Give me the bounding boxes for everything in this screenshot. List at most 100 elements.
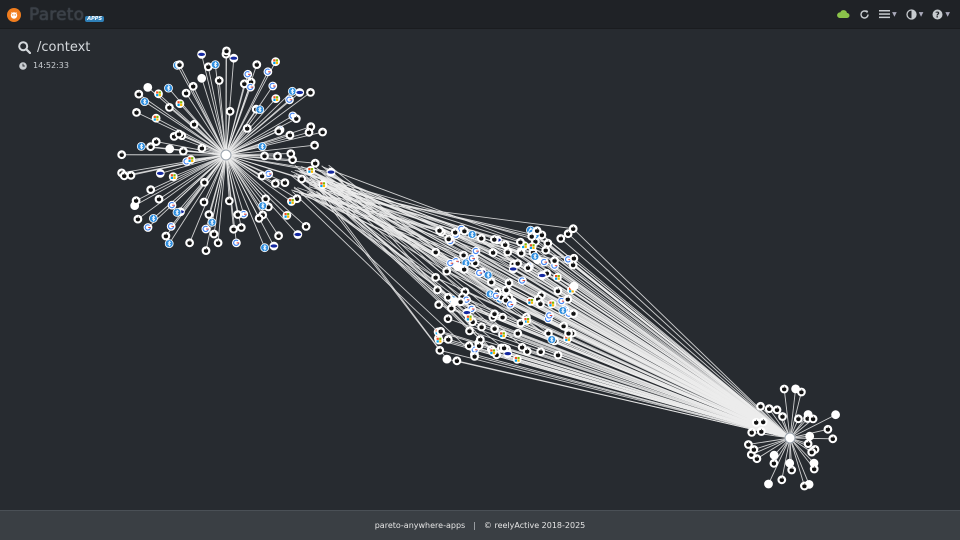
device-node[interactable]: [310, 140, 320, 150]
device-node[interactable]: [295, 88, 305, 97]
device-node[interactable]: [764, 404, 774, 414]
device-node[interactable]: [541, 245, 551, 255]
device-node[interactable]: [151, 113, 161, 123]
device-node[interactable]: [243, 69, 253, 79]
device-node[interactable]: [756, 401, 765, 411]
device-node[interactable]: [459, 250, 469, 260]
device-node[interactable]: [559, 321, 568, 331]
device-node[interactable]: [231, 238, 241, 248]
device-node[interactable]: [477, 322, 487, 332]
device-node[interactable]: [434, 335, 444, 345]
device-node[interactable]: [797, 387, 806, 397]
device-node[interactable]: [270, 178, 280, 188]
device-node[interactable]: [474, 341, 484, 351]
device-node[interactable]: [197, 73, 207, 83]
device-node[interactable]: [140, 97, 150, 106]
device-node[interactable]: [186, 155, 196, 165]
device-node[interactable]: [154, 194, 164, 204]
device-node[interactable]: [764, 479, 773, 489]
device-node[interactable]: [530, 251, 540, 261]
device-node[interactable]: [257, 171, 267, 181]
device-node[interactable]: [175, 99, 185, 108]
device-node[interactable]: [550, 256, 559, 266]
device-node[interactable]: [777, 475, 787, 485]
device-node[interactable]: [431, 272, 441, 282]
device-node[interactable]: [436, 326, 446, 336]
device-node[interactable]: [459, 226, 469, 236]
device-node[interactable]: [185, 238, 195, 248]
device-node[interactable]: [758, 417, 768, 427]
device-node[interactable]: [224, 196, 234, 206]
device-node[interactable]: [498, 330, 507, 340]
device-node[interactable]: [486, 277, 496, 287]
device-node[interactable]: [803, 439, 813, 449]
device-node[interactable]: [260, 243, 270, 253]
device-node[interactable]: [809, 464, 819, 474]
device-node[interactable]: [563, 229, 573, 239]
device-node[interactable]: [512, 354, 522, 364]
device-node[interactable]: [197, 50, 207, 59]
device-node[interactable]: [490, 324, 500, 334]
device-node[interactable]: [213, 238, 223, 248]
device-node[interactable]: [517, 276, 527, 286]
device-node[interactable]: [505, 300, 515, 309]
device-node[interactable]: [756, 427, 766, 436]
device-node[interactable]: [545, 311, 554, 320]
device-node[interactable]: [172, 207, 182, 217]
device-node[interactable]: [470, 351, 480, 361]
device-node[interactable]: [165, 144, 175, 154]
device-node[interactable]: [204, 210, 214, 219]
device-node[interactable]: [254, 213, 264, 223]
device-node[interactable]: [285, 130, 295, 140]
device-node[interactable]: [785, 458, 795, 468]
device-node[interactable]: [526, 296, 536, 306]
device-node[interactable]: [450, 227, 460, 237]
device-node[interactable]: [539, 257, 549, 267]
device-node[interactable]: [443, 314, 453, 324]
device-node[interactable]: [467, 230, 477, 239]
device-node[interactable]: [807, 447, 817, 457]
device-node[interactable]: [446, 258, 455, 268]
device-node[interactable]: [210, 60, 220, 69]
device-node[interactable]: [504, 278, 514, 288]
cloud-status-button[interactable]: [836, 7, 850, 21]
device-node[interactable]: [268, 81, 278, 91]
device-node[interactable]: [136, 141, 146, 151]
device-node[interactable]: [464, 341, 474, 351]
device-node[interactable]: [310, 158, 320, 168]
device-node[interactable]: [293, 230, 303, 239]
device-node[interactable]: [229, 224, 239, 234]
device-node[interactable]: [286, 197, 296, 206]
device-node[interactable]: [318, 127, 328, 137]
device-node[interactable]: [167, 200, 177, 210]
device-node[interactable]: [489, 234, 499, 244]
device-node[interactable]: [257, 142, 267, 151]
device-node[interactable]: [287, 86, 297, 96]
refresh-button[interactable]: [859, 7, 870, 21]
device-node[interactable]: [556, 234, 566, 243]
device-node[interactable]: [516, 318, 526, 328]
device-node[interactable]: [155, 168, 165, 178]
device-node[interactable]: [778, 412, 787, 421]
device-node[interactable]: [318, 180, 328, 190]
device-node[interactable]: [467, 253, 477, 263]
device-node[interactable]: [252, 60, 262, 69]
device-node[interactable]: [189, 119, 199, 129]
device-node[interactable]: [197, 143, 207, 153]
device-node[interactable]: [434, 300, 444, 310]
device-node[interactable]: [199, 177, 209, 187]
device-node[interactable]: [291, 114, 301, 123]
device-node[interactable]: [508, 264, 518, 274]
device-node[interactable]: [772, 405, 782, 415]
device-node[interactable]: [800, 481, 809, 491]
device-node[interactable]: [456, 297, 466, 307]
device-node[interactable]: [476, 233, 486, 243]
device-node[interactable]: [516, 237, 525, 247]
device-node[interactable]: [569, 309, 578, 318]
device-node[interactable]: [794, 414, 803, 424]
device-node[interactable]: [443, 334, 453, 344]
device-node[interactable]: [164, 239, 174, 249]
device-node[interactable]: [547, 335, 557, 345]
device-node[interactable]: [444, 234, 454, 244]
device-node[interactable]: [258, 201, 268, 211]
